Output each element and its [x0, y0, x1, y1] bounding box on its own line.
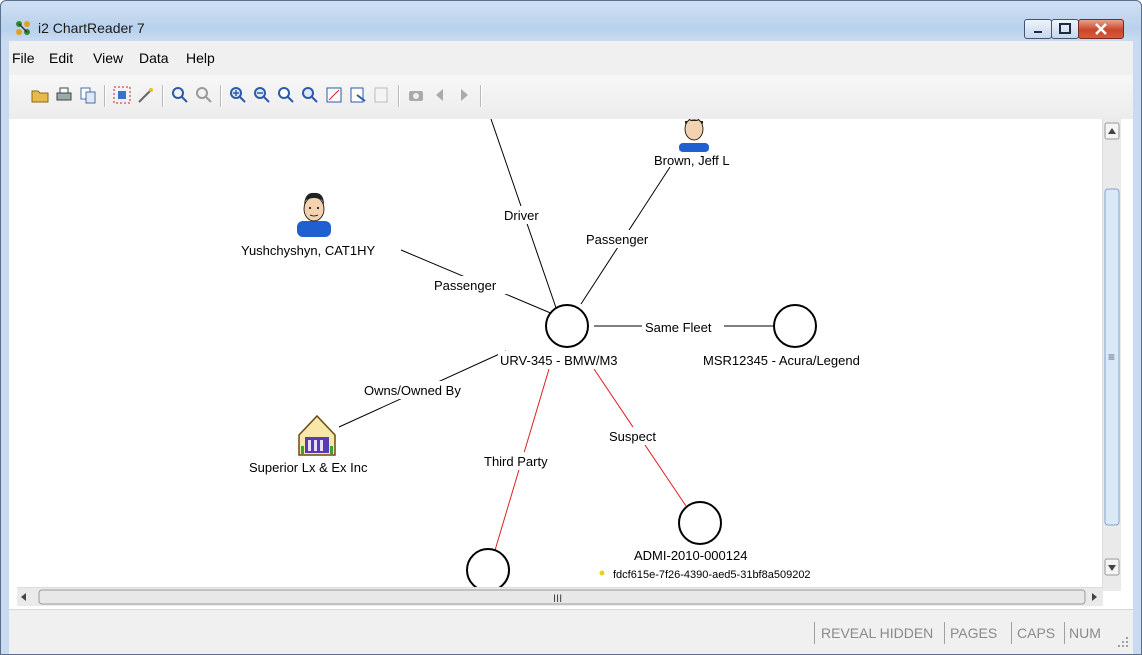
link-label: Passenger	[434, 278, 497, 293]
status-bar: REVEAL HIDDEN PAGES CAPS NUM	[9, 609, 1133, 654]
window-title: i2 ChartReader 7	[38, 20, 145, 36]
status-separator	[814, 622, 815, 644]
app-window: i2 ChartReader 7 File Edit View Data Hel…	[0, 0, 1142, 655]
fit-width-icon[interactable]	[324, 85, 344, 105]
entity-superior[interactable]: Superior Lx & Ex Inc	[249, 414, 368, 475]
organization-icon	[298, 414, 336, 456]
entity-admi[interactable]: ADMI-2010-000124 fdcf615e-7f26-4390-aed5…	[599, 501, 811, 581]
entity-label: ADMI-2010-000124	[634, 548, 747, 563]
menu-file[interactable]: File	[12, 50, 35, 66]
toolbar-separator	[220, 85, 222, 107]
select-icon[interactable]	[112, 85, 132, 105]
vertical-scrollbar[interactable]: ≡	[1102, 119, 1121, 591]
forward-icon[interactable]	[454, 85, 474, 105]
fit-page-icon[interactable]	[348, 85, 368, 105]
status-pages: PAGES	[950, 625, 998, 641]
menu-bar: File Edit View Data Help	[9, 41, 1133, 75]
status-separator	[944, 622, 945, 644]
status-separator	[1011, 622, 1012, 644]
zoom-in-icon[interactable]	[228, 85, 248, 105]
title-bar[interactable]: i2 ChartReader 7	[1, 1, 1141, 41]
zoom-fit-icon[interactable]	[300, 85, 320, 105]
right-arrow-icon[interactable]	[1092, 593, 1097, 601]
link-label: Same Fleet	[645, 320, 712, 335]
zoom-out-icon[interactable]	[252, 85, 272, 105]
entity-label: Yushchyshyn, CAT1HY	[241, 243, 375, 258]
close-icon	[1095, 23, 1107, 35]
link-label: Owns/Owned By	[364, 383, 461, 398]
entity-acura[interactable]: MSR12345 - Acura/Legend	[703, 304, 860, 368]
entity-third-party[interactable]	[466, 548, 510, 587]
status-num: NUM	[1069, 625, 1101, 641]
menu-edit[interactable]: Edit	[49, 50, 73, 66]
minimize-icon	[1034, 31, 1042, 33]
open-icon[interactable]	[30, 85, 50, 105]
resize-grip-icon[interactable]	[1117, 636, 1129, 648]
disabled-fit-icon	[374, 87, 388, 103]
menu-view[interactable]: View	[93, 50, 123, 66]
link-label: Driver	[504, 208, 539, 223]
scroll-grip: ≡	[1108, 350, 1115, 364]
toolbar-separator	[104, 85, 106, 107]
status-dot	[599, 570, 605, 576]
status-caps: CAPS	[1017, 625, 1056, 641]
back-icon[interactable]	[430, 85, 450, 105]
entity-label: Superior Lx & Ex Inc	[249, 460, 368, 475]
status-separator	[1064, 622, 1065, 644]
entity-yush[interactable]: Yushchyshyn, CAT1HY	[241, 192, 375, 258]
minimize-button[interactable]	[1024, 19, 1052, 39]
menu-data[interactable]: Data	[139, 50, 169, 66]
toolbar-separator	[162, 85, 164, 107]
magic-wand-icon[interactable]	[136, 85, 156, 105]
menu-help[interactable]: Help	[186, 50, 215, 66]
link-driver	[490, 119, 565, 332]
horizontal-scrollbar[interactable]: III	[17, 587, 1103, 606]
find-next-icon[interactable]	[194, 85, 214, 105]
link-label: Third Party	[484, 454, 548, 469]
entity-label: MSR12345 - Acura/Legend	[703, 353, 860, 368]
zoom-select-icon[interactable]	[276, 85, 296, 105]
snapshot-icon[interactable]	[406, 85, 426, 105]
app-icon	[16, 21, 30, 35]
person-icon	[297, 192, 331, 237]
close-button[interactable]	[1078, 19, 1124, 39]
link-label: Suspect	[609, 429, 656, 444]
toolbar-separator	[398, 85, 400, 107]
status-reveal-hidden: REVEAL HIDDEN	[821, 625, 934, 641]
toolbar-separator	[480, 85, 482, 107]
toolbar	[9, 75, 1133, 120]
entity-bmw[interactable]: URV-345 - BMW/M3	[498, 304, 632, 369]
entity-sublabel: fdcf615e-7f26-4390-aed5-31bf8a509202	[613, 569, 811, 581]
print-icon[interactable]	[54, 85, 74, 105]
maximize-icon	[1059, 23, 1071, 34]
person-icon	[677, 119, 711, 152]
entity-label: URV-345 - BMW/M3	[500, 353, 618, 368]
copy-icon[interactable]	[78, 85, 98, 105]
link-chart[interactable]: Driver Passenger Passenger Same Fleet Ow…	[9, 119, 1102, 587]
maximize-button[interactable]	[1051, 19, 1079, 39]
entity-brown[interactable]: Brown, Jeff L	[654, 119, 730, 168]
link-label: Passenger	[586, 232, 649, 247]
left-arrow-icon[interactable]	[21, 593, 26, 601]
scroll-grip: III	[553, 593, 562, 605]
entity-label: Brown, Jeff L	[654, 153, 730, 168]
chart-canvas[interactable]: Driver Passenger Passenger Same Fleet Ow…	[9, 119, 1133, 609]
find-icon[interactable]	[170, 85, 190, 105]
